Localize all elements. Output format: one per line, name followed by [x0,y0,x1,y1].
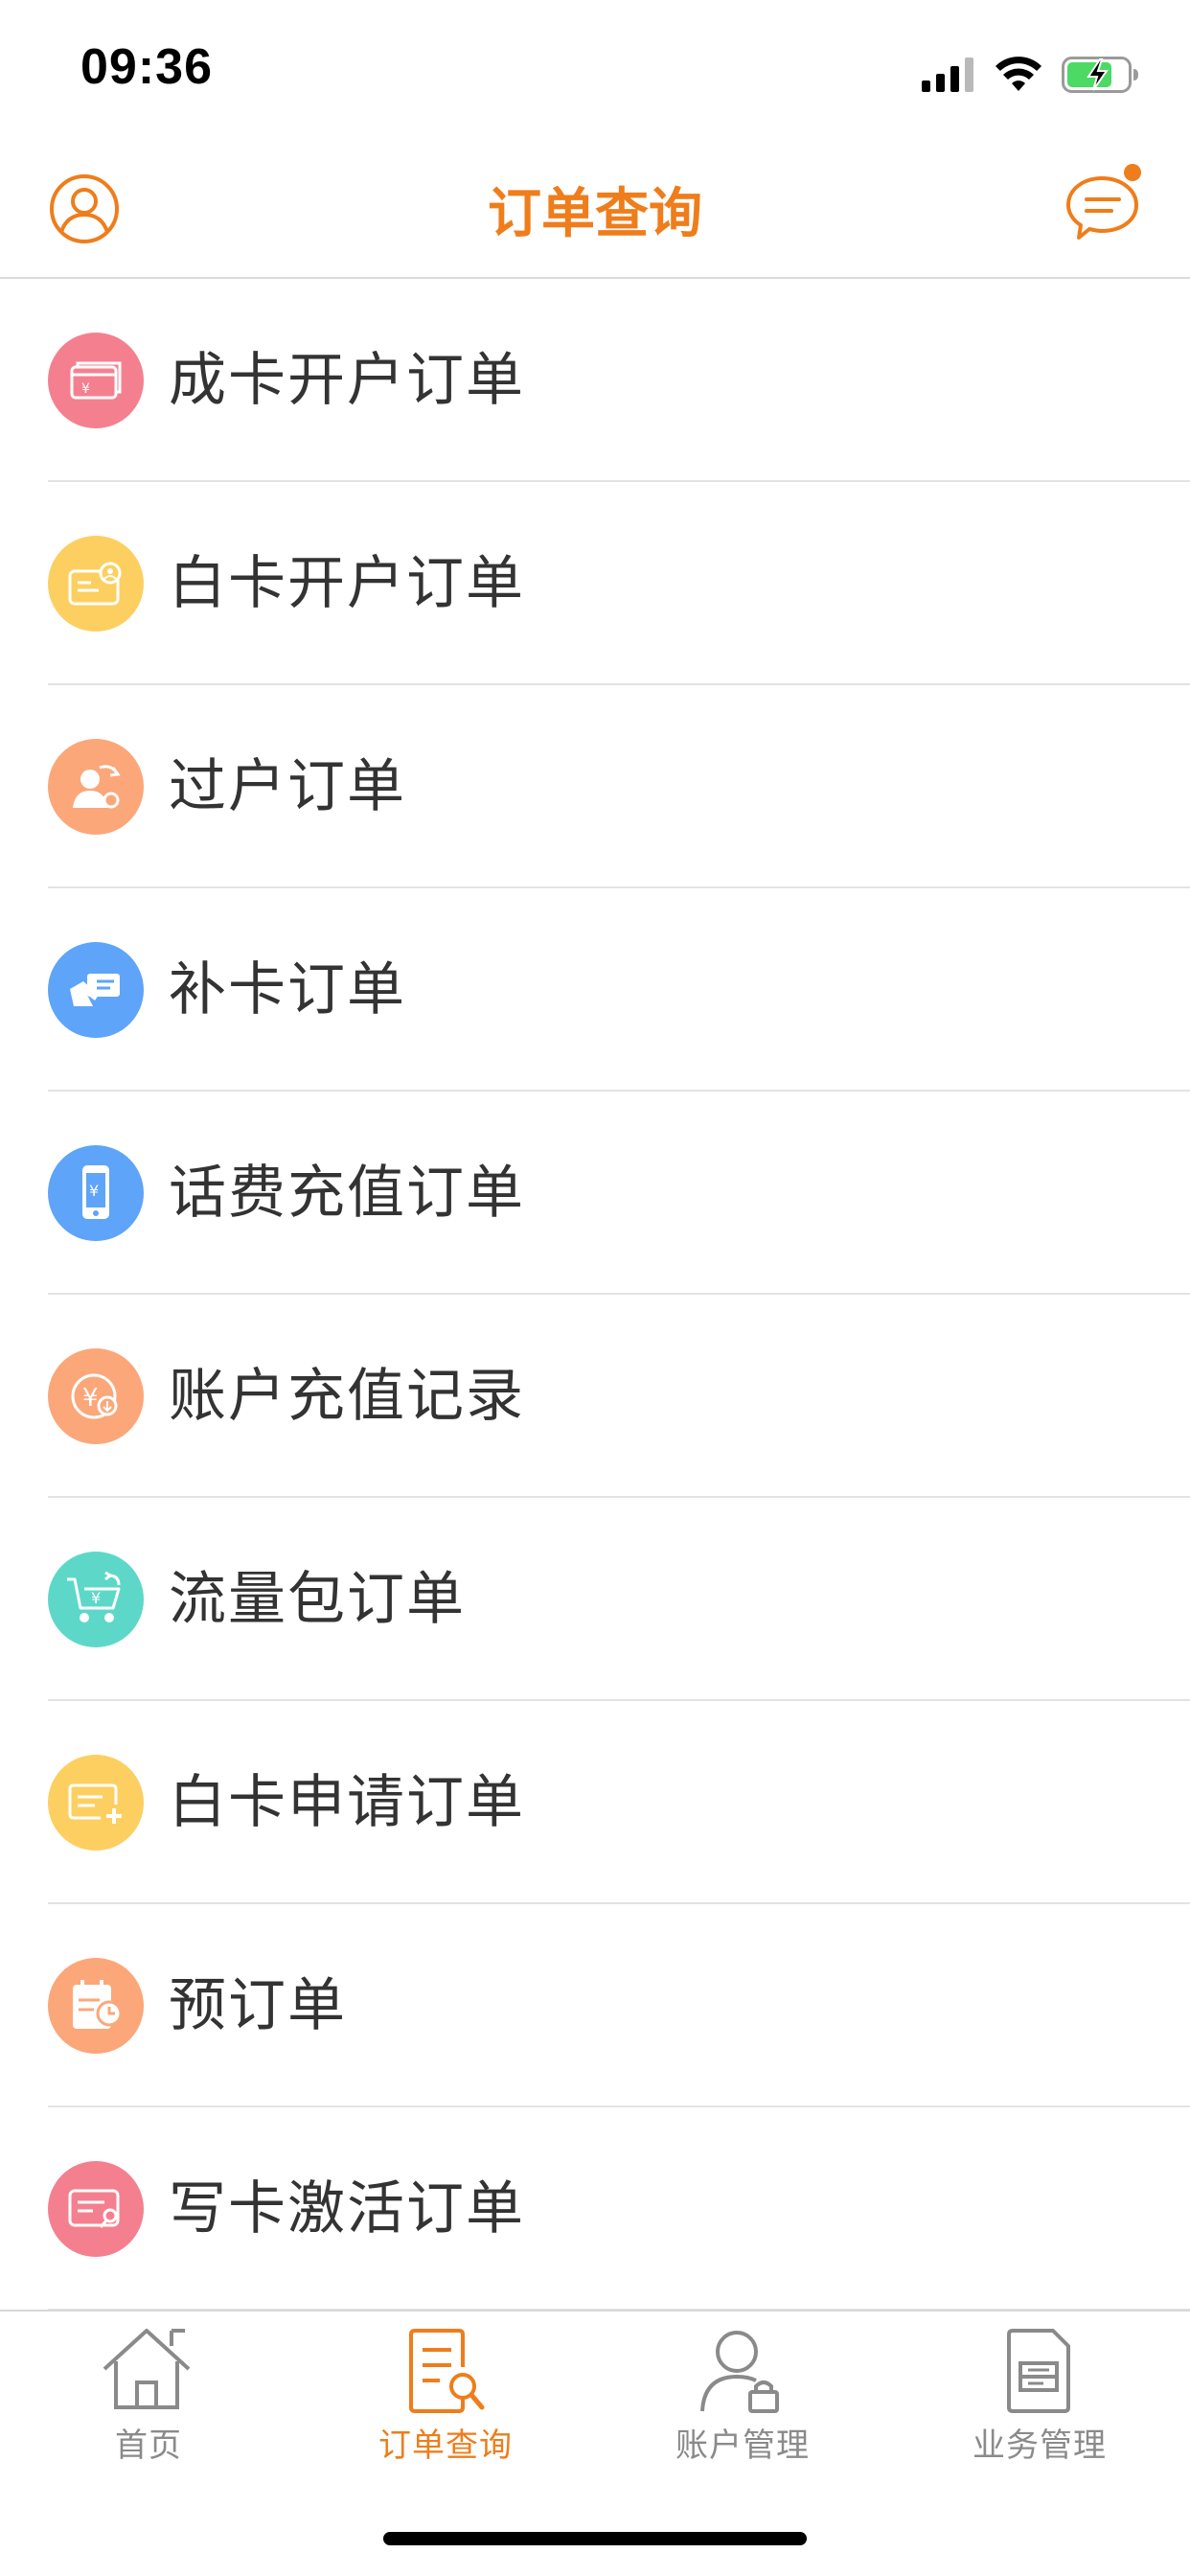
status-time: 09:36 [80,39,213,95]
home-icon [103,2329,191,2409]
status-icons [922,50,1140,100]
list-item-label: 白卡开户订单 [169,550,525,617]
calendar-clock-icon [48,1958,144,2054]
account-lock-icon [700,2331,779,2413]
list-item-white-card-application[interactable]: 白卡申请订单 [0,1701,1190,1904]
order-search-icon [409,2329,485,2413]
tab-label: 订单查询 [378,2426,513,2465]
document-icon [1007,2329,1070,2413]
tab-order-search[interactable]: 订单查询 [297,2312,594,2503]
home-indicator [383,2532,807,2545]
list-item-label: 成卡开户订单 [169,347,525,414]
list-item-label: 补卡订单 [169,956,406,1024]
list-item-label: 账户充值记录 [169,1363,525,1430]
messages-button[interactable] [1064,163,1146,245]
svg-text:¥: ¥ [82,1384,99,1413]
tab-business-management[interactable]: 业务管理 [891,2312,1188,2503]
tab-label: 账户管理 [675,2426,810,2465]
list-item-label: 过户订单 [169,753,406,820]
card-write-icon [48,2161,144,2257]
card-add-icon [48,1755,144,1851]
svg-text:¥: ¥ [91,1589,101,1607]
status-bar: 09:36 [0,0,1190,144]
wifi-icon [995,57,1041,91]
list-item-card-activation[interactable]: ¥ 成卡开户订单 [0,279,1190,482]
list-item-label: 白卡申请订单 [169,1769,525,1836]
svg-text:¥: ¥ [89,1182,99,1200]
list-item-pre-order[interactable]: 预订单 [0,1904,1190,2107]
card-yuan-icon: ¥ [48,333,144,428]
list-item-data-package[interactable]: ¥ 流量包订单 [0,1498,1190,1701]
coin-yuan-icon: ¥ [48,1348,144,1444]
tab-home[interactable]: 首页 [0,2312,297,2503]
message-icon [1066,164,1141,240]
phone-yuan-icon: ¥ [48,1145,144,1241]
list-item-transfer[interactable]: 过户订单 [0,685,1190,888]
signal-icon [922,58,973,92]
hand-card-icon [48,942,144,1038]
list-item-phone-recharge[interactable]: ¥ 话费充值订单 [0,1092,1190,1295]
tab-label: 首页 [115,2426,182,2465]
tab-label: 业务管理 [973,2426,1107,2465]
nav-bar: 订单查询 [0,144,1190,279]
list-item-card-write-activation[interactable]: 写卡激活订单 [0,2107,1190,2311]
list-item-label: 话费充值订单 [169,1160,525,1227]
list-item-label: 流量包订单 [169,1566,466,1633]
unread-dot [1124,164,1141,181]
list-item-card-replacement[interactable]: 补卡订单 [0,888,1190,1092]
page-title: 订单查询 [488,183,702,245]
svg-text:¥: ¥ [81,381,90,397]
transfer-user-icon [48,739,144,835]
cart-yuan-icon: ¥ [48,1552,144,1647]
battery-charging-icon [1062,57,1138,93]
list-item-label: 写卡激活订单 [169,2175,525,2242]
tab-account-management[interactable]: 账户管理 [594,2312,891,2503]
list-item-account-recharge[interactable]: ¥ 账户充值记录 [0,1295,1190,1498]
order-type-list: ¥ 成卡开户订单 白卡开户订单 过户订单 补卡订单 ¥ 话费充值订单 ¥ 账户充… [0,279,1190,2311]
list-item-white-card-activation[interactable]: 白卡开户订单 [0,482,1190,685]
list-item-label: 预订单 [169,1972,347,2039]
id-card-user-icon [48,536,144,632]
